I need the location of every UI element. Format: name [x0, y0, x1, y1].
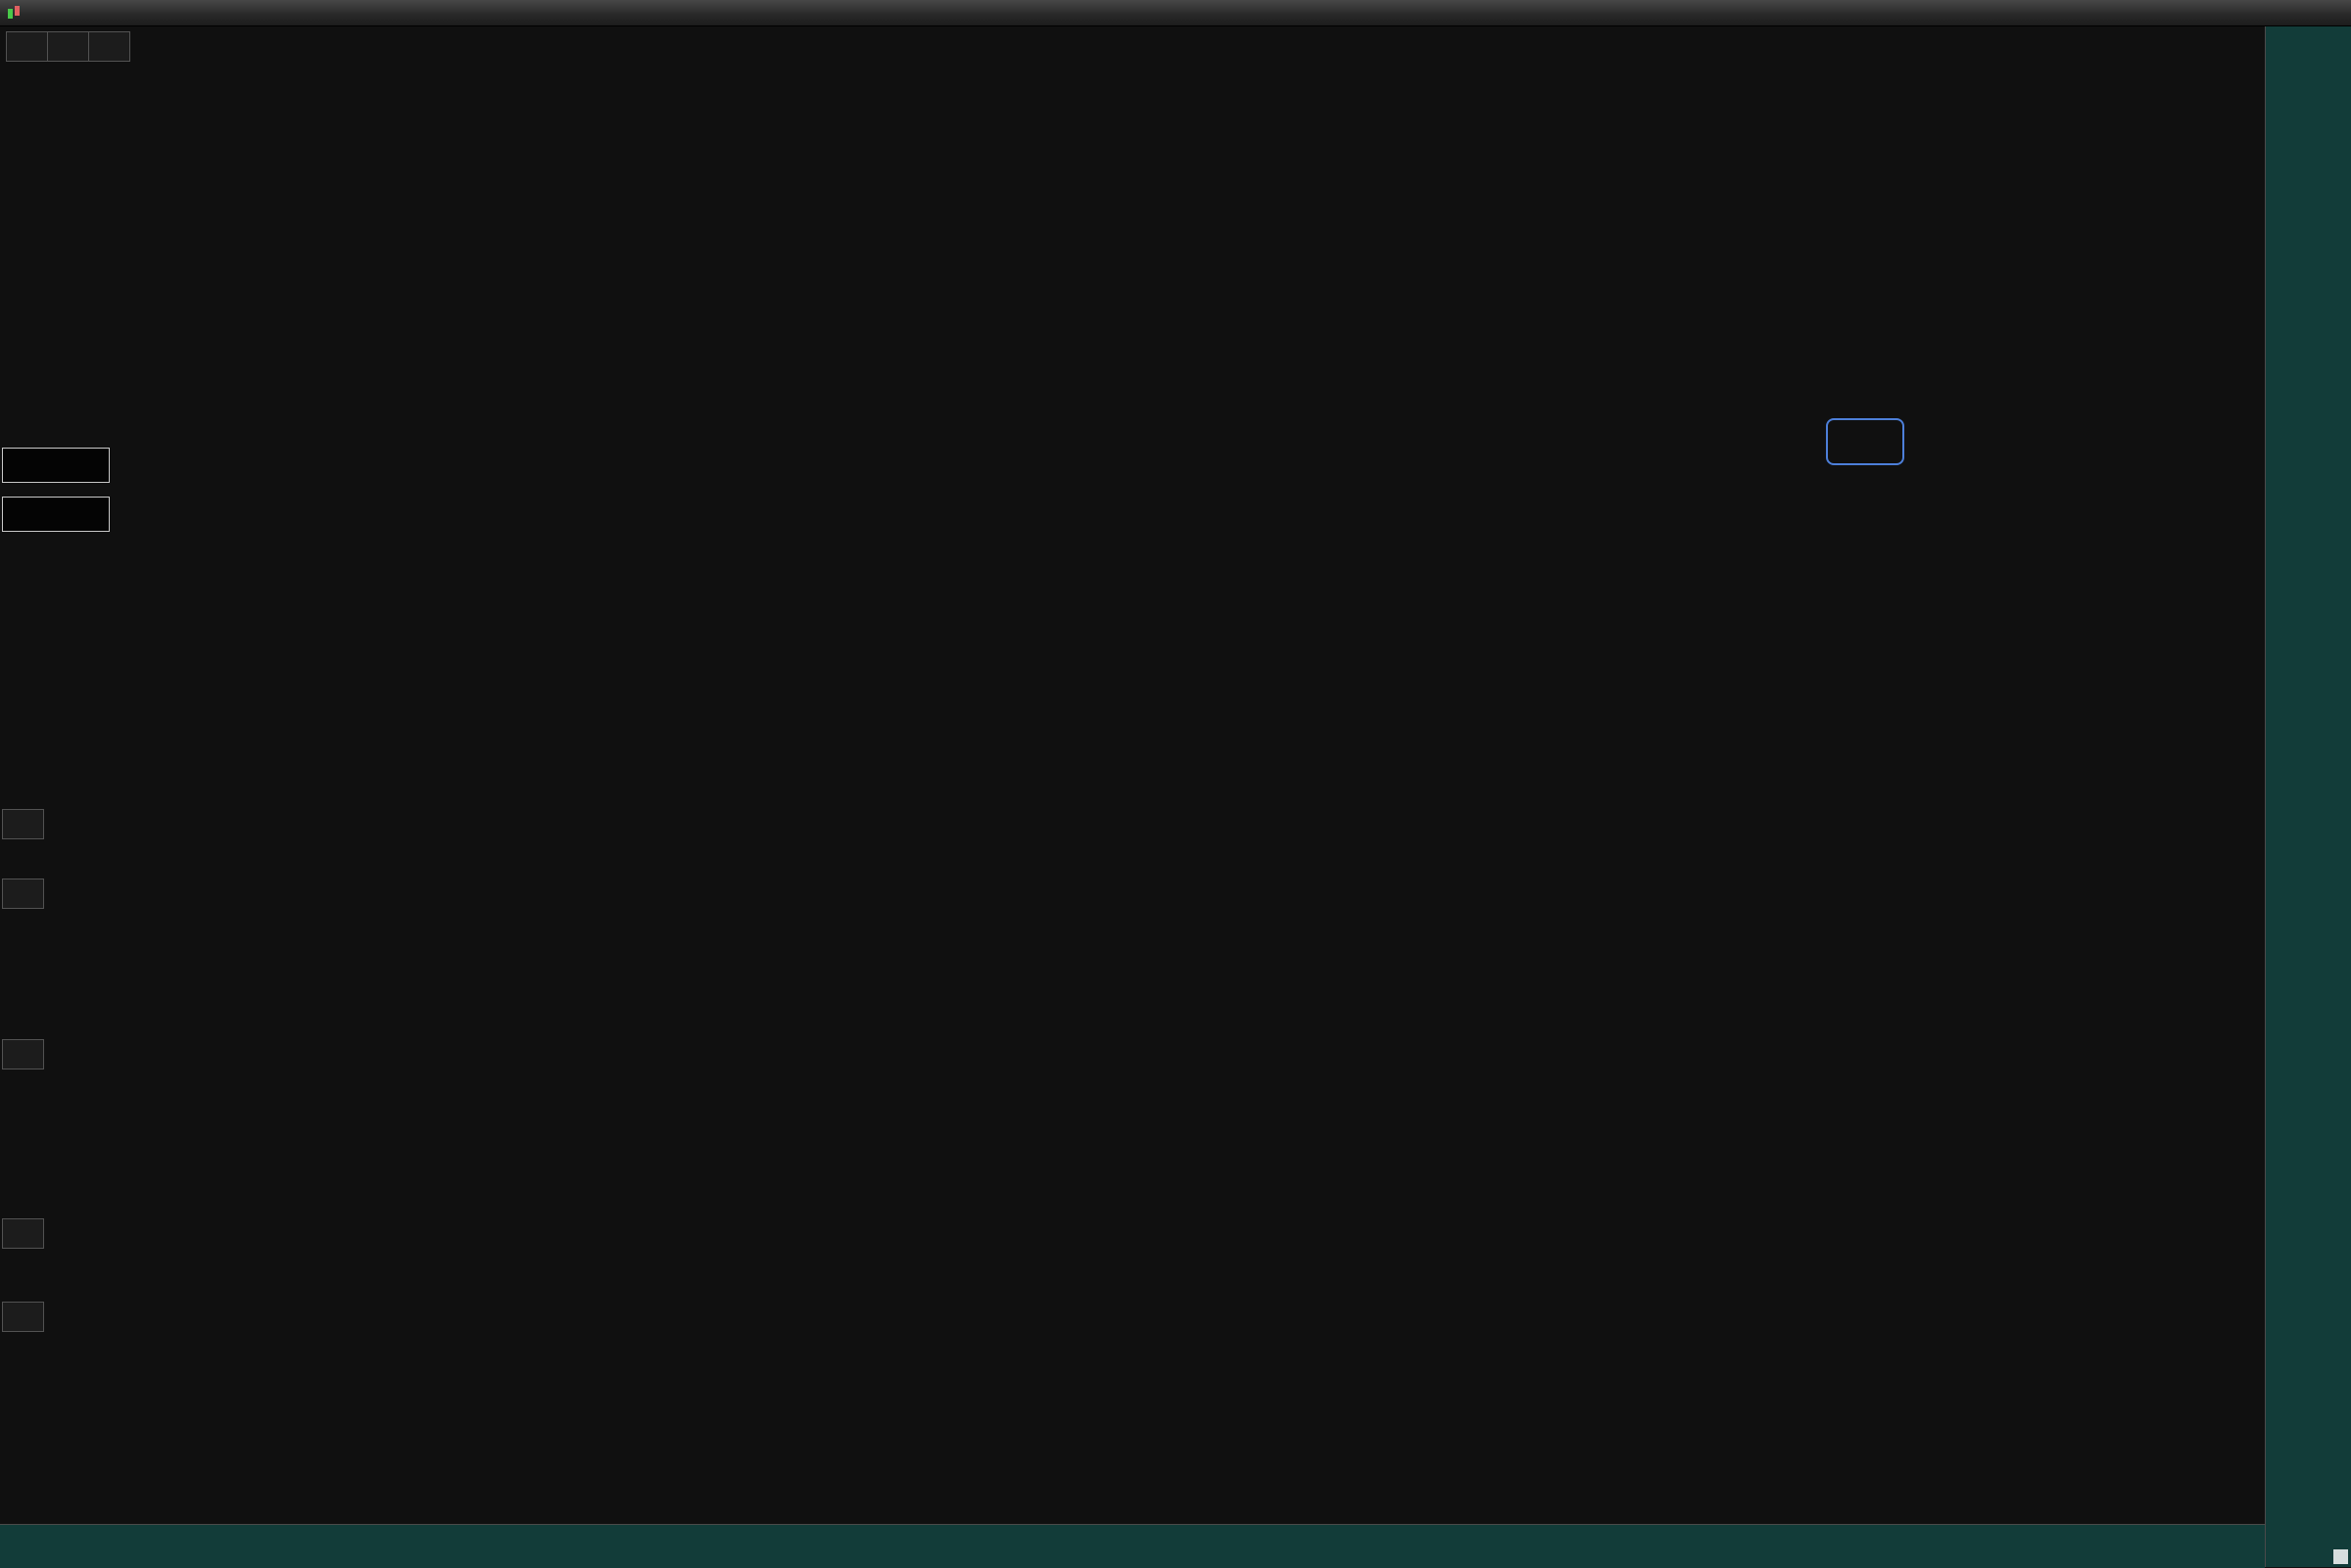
macd-legend[interactable] [2, 1039, 44, 1069]
price-legend[interactable] [6, 31, 130, 62]
time-axis[interactable] [0, 1524, 2265, 1568]
stochastic-legend[interactable] [2, 1302, 44, 1332]
title-bar [0, 0, 2351, 26]
macd-swatch-icon [8, 1043, 27, 1066]
rsi-swatch-icon [8, 882, 27, 905]
stochastic-swatch-icon [8, 1306, 27, 1328]
hline-label-1-2289[interactable] [2, 497, 110, 532]
hline-label-1-2745[interactable] [2, 448, 110, 483]
volume-swatch-icon [8, 813, 27, 835]
annotation-box[interactable] [1826, 418, 1904, 465]
legend-price[interactable] [7, 32, 47, 61]
legend-sma[interactable] [47, 32, 88, 61]
sma-swatch-icon [53, 35, 72, 58]
stoch-rsi-legend[interactable] [2, 1218, 44, 1249]
bollinger-swatch-icon [94, 35, 114, 58]
volume-legend[interactable] [2, 809, 44, 839]
stoch-rsi-swatch-icon [8, 1222, 27, 1245]
rsi-legend[interactable] [2, 879, 44, 909]
legend-bollinger[interactable] [88, 32, 129, 61]
price-swatch-icon [12, 35, 31, 58]
resize-handle[interactable] [2333, 1549, 2348, 1564]
price-axis[interactable] [2265, 25, 2351, 1567]
candlestick-icon [6, 5, 22, 21]
chart-canvas[interactable] [0, 0, 2265, 1567]
